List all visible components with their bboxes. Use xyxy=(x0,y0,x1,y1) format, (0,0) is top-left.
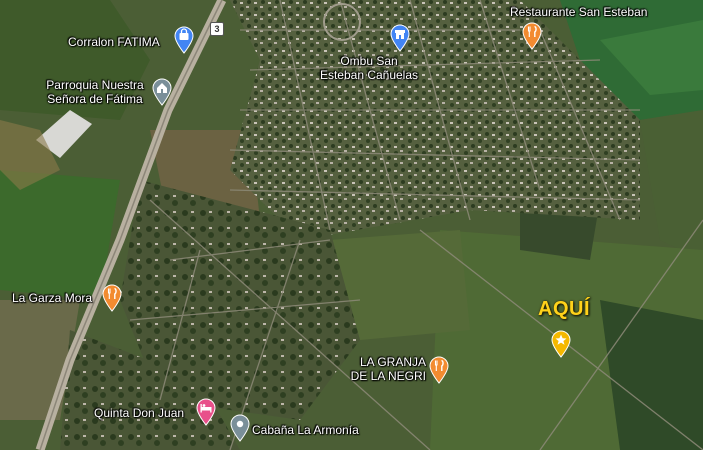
restaurant-icon[interactable] xyxy=(428,356,450,384)
place-label-quinta[interactable]: Quinta Don Juan xyxy=(94,406,184,420)
place-label-ombu-line1: Ombu San xyxy=(340,54,398,68)
place-label-granja-line2: DE LA NEGRI xyxy=(350,369,426,383)
shopping-bag-icon[interactable] xyxy=(173,26,195,54)
place-label-granja-line1: LA GRANJA xyxy=(359,355,426,369)
place-label-cabana[interactable]: Cabaña La Armonía xyxy=(252,423,359,437)
place-label-corralon[interactable]: Corralon FATIMA xyxy=(68,35,160,49)
place-label-ombu-line2: Esteban Cañuelas xyxy=(319,68,419,82)
route-3-shield: 3 xyxy=(210,22,224,36)
restaurant-icon[interactable] xyxy=(521,22,543,50)
place-label-parroquia[interactable]: Parroquia Nuestra Señora de Fátima xyxy=(36,78,154,106)
aqui-label: AQUÍ xyxy=(538,298,590,320)
place-pin-icon[interactable] xyxy=(229,414,251,442)
star-icon[interactable] xyxy=(550,330,572,358)
hotel-bed-icon[interactable] xyxy=(195,398,217,426)
place-label-parroquia-line1: Parroquia Nuestra xyxy=(46,78,144,92)
place-label-ombu[interactable]: Ombu San Esteban Cañuelas xyxy=(304,54,434,82)
store-icon[interactable] xyxy=(389,24,411,52)
place-label-restaurante[interactable]: Restaurante San Esteban xyxy=(510,5,647,19)
church-icon[interactable] xyxy=(151,78,173,106)
restaurant-icon[interactable] xyxy=(101,284,123,312)
satellite-map[interactable]: 3 Corralon FATIMA Parroquia Nuestra Seño… xyxy=(0,0,703,450)
place-label-garza[interactable]: La Garza Mora xyxy=(12,291,92,305)
place-label-granja[interactable]: LA GRANJA DE LA NEGRI xyxy=(340,355,426,383)
place-label-parroquia-line2: Señora de Fátima xyxy=(47,92,143,106)
